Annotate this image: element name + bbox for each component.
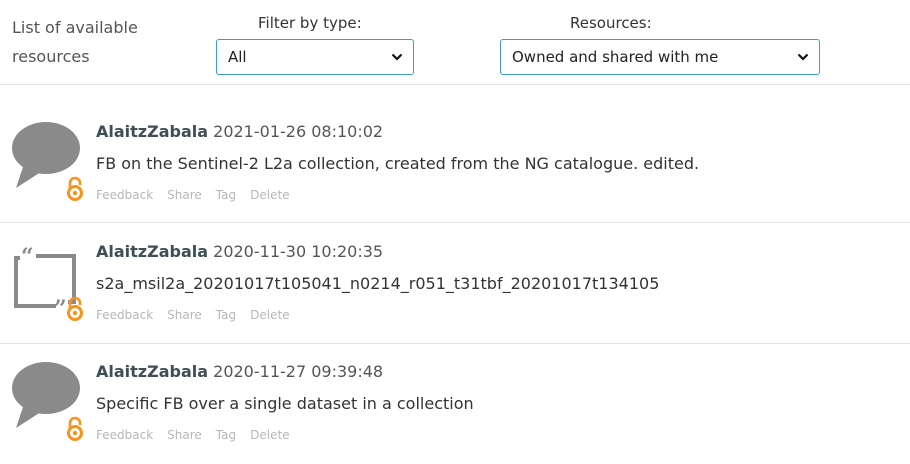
- resources-value: Owned and shared with me: [512, 48, 719, 66]
- feedback-link[interactable]: Feedback: [96, 428, 153, 442]
- resource-item: “ ” AlaitzZabala 2020-11-30 10:20:35 s2a…: [0, 224, 910, 344]
- open-access-icon: [67, 416, 83, 441]
- item-date: 2020-11-30 10:20:35: [213, 242, 384, 261]
- item-date: 2020-11-27 09:39:48: [213, 362, 384, 381]
- filter-type-label: Filter by type:: [258, 14, 362, 32]
- tag-link[interactable]: Tag: [216, 188, 236, 202]
- item-description[interactable]: Specific FB over a single dataset in a c…: [96, 394, 474, 413]
- tag-link[interactable]: Tag: [216, 308, 236, 322]
- open-access-icon: [67, 176, 83, 201]
- resources-label: Resources:: [570, 14, 652, 32]
- list-title-line2: resources: [12, 47, 90, 66]
- list-title-line1: List of available: [12, 18, 138, 37]
- item-actions: Feedback Share Tag Delete: [96, 428, 290, 442]
- tag-link[interactable]: Tag: [216, 428, 236, 442]
- open-access-icon: [67, 296, 83, 321]
- delete-link[interactable]: Delete: [250, 428, 289, 442]
- chevron-down-icon: [391, 53, 403, 61]
- item-meta: AlaitzZabala 2020-11-27 09:39:48: [96, 362, 383, 381]
- share-link[interactable]: Share: [167, 428, 202, 442]
- feedback-link[interactable]: Feedback: [96, 188, 153, 202]
- item-user[interactable]: AlaitzZabala: [96, 242, 208, 261]
- divider: [0, 222, 910, 223]
- resource-item: AlaitzZabala 2020-11-27 09:39:48 Specifi…: [0, 344, 910, 464]
- item-description[interactable]: s2a_msil2a_20201017t105041_n0214_r051_t3…: [96, 274, 659, 293]
- feedback-link[interactable]: Feedback: [96, 308, 153, 322]
- item-meta: AlaitzZabala 2020-11-30 10:20:35: [96, 242, 383, 261]
- svg-text:“: “: [21, 244, 34, 270]
- chevron-down-icon: [797, 53, 809, 61]
- divider: [0, 84, 910, 85]
- item-user[interactable]: AlaitzZabala: [96, 122, 208, 141]
- item-user[interactable]: AlaitzZabala: [96, 362, 208, 381]
- filter-type-select[interactable]: All: [216, 39, 414, 75]
- resource-item: AlaitzZabala 2021-01-26 08:10:02 FB on t…: [0, 104, 910, 224]
- item-date: 2021-01-26 08:10:02: [213, 122, 384, 141]
- delete-link[interactable]: Delete: [250, 188, 289, 202]
- item-description[interactable]: FB on the Sentinel-2 L2a collection, cre…: [96, 154, 699, 173]
- item-actions: Feedback Share Tag Delete: [96, 188, 290, 202]
- item-meta: AlaitzZabala 2021-01-26 08:10:02: [96, 122, 383, 141]
- delete-link[interactable]: Delete: [250, 308, 289, 322]
- filter-type-value: All: [228, 48, 247, 66]
- resource-list-header: List of available resources Filter by ty…: [0, 0, 910, 84]
- share-link[interactable]: Share: [167, 308, 202, 322]
- item-actions: Feedback Share Tag Delete: [96, 308, 290, 322]
- share-link[interactable]: Share: [167, 188, 202, 202]
- list-title: List of available resources: [12, 13, 138, 71]
- resources-select[interactable]: Owned and shared with me: [500, 39, 820, 75]
